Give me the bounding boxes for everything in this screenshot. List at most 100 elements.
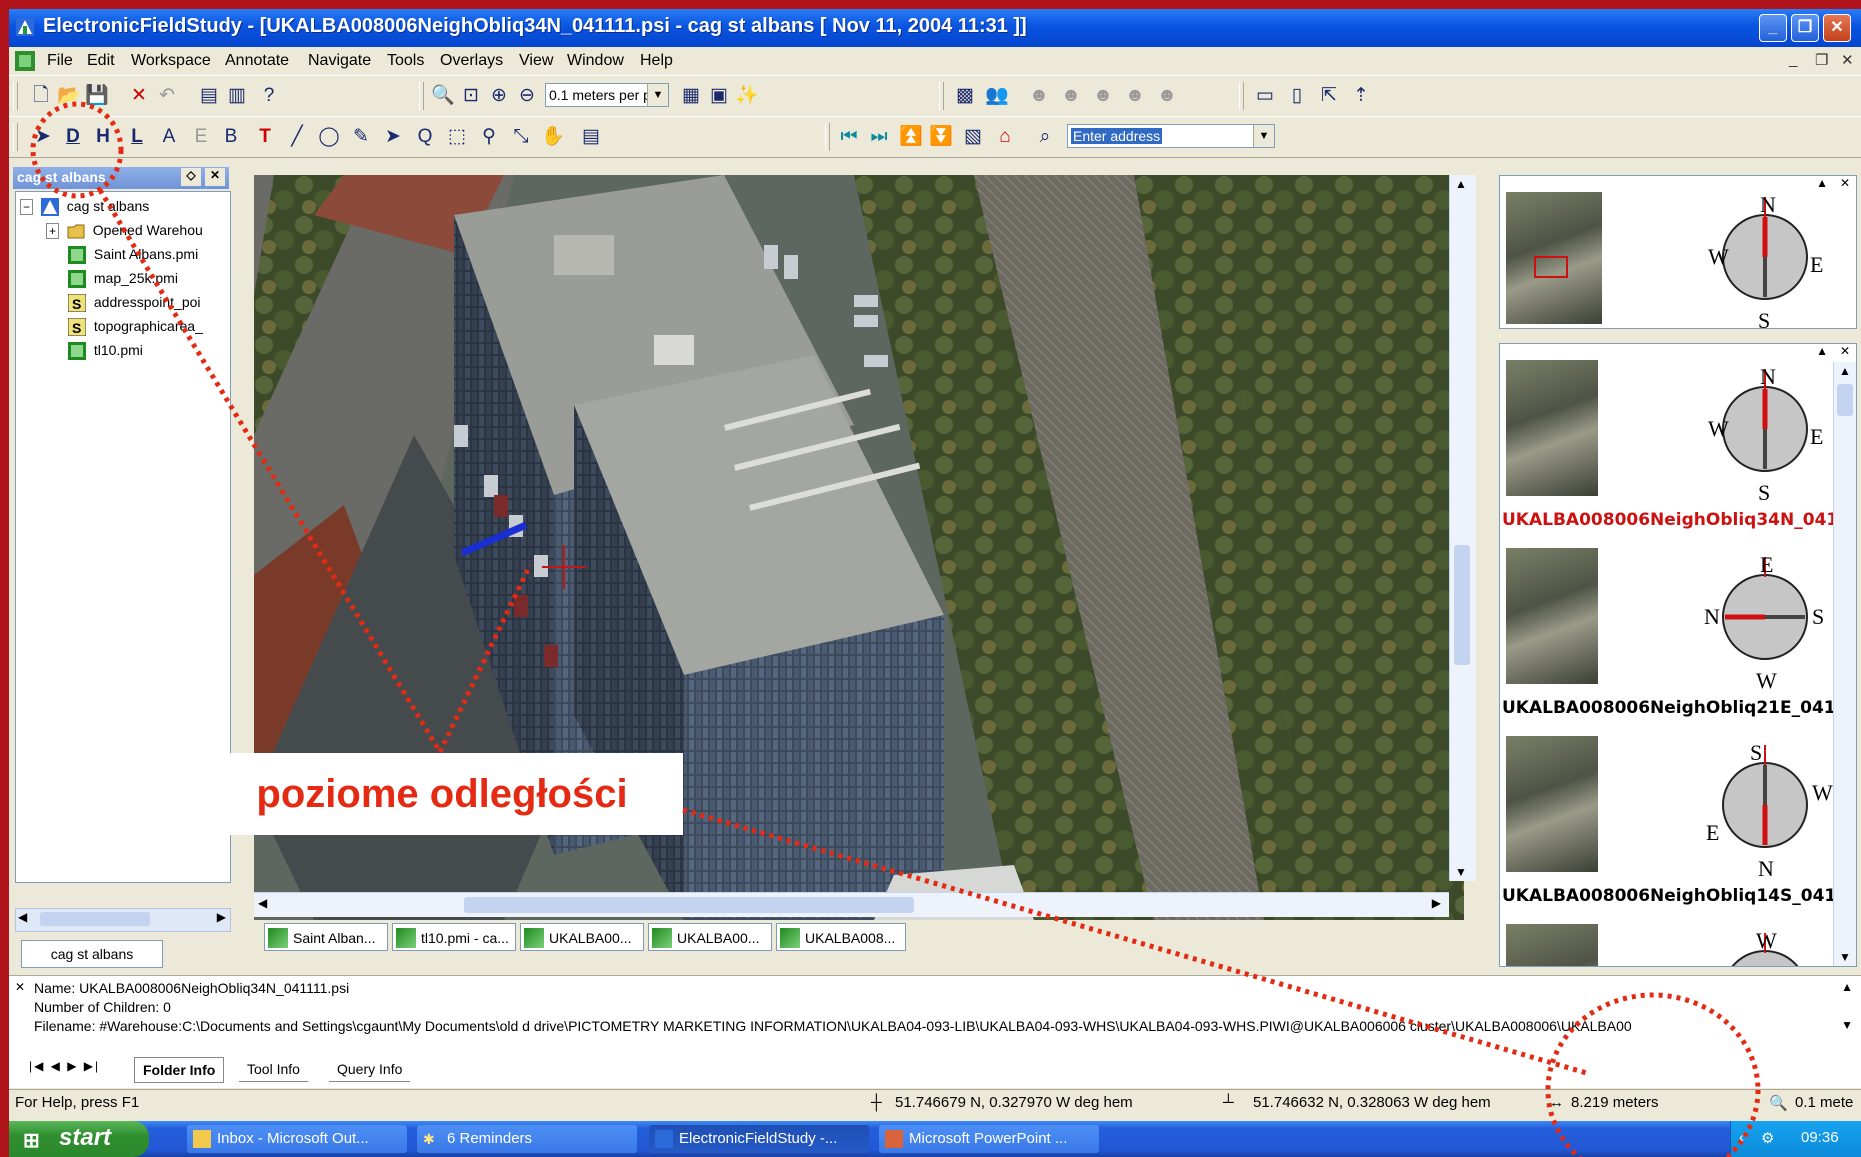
title-bar[interactable]: ElectronicFieldStudy - [UKALBA008006Neig… (9, 9, 1861, 47)
close-icon[interactable]: ✕ (15, 980, 25, 994)
tab-saint-albans[interactable]: Saint Alban... (264, 923, 388, 951)
menu-overlays[interactable]: Overlays (440, 52, 503, 70)
person-walk-icon[interactable]: ☻ (1059, 84, 1083, 108)
toolbar-grip[interactable] (13, 82, 18, 110)
zoom-in-icon[interactable]: ⊕ (487, 84, 511, 108)
scroll-thumb[interactable] (1837, 384, 1853, 416)
route-tool-icon[interactable]: ⚲ (477, 125, 501, 149)
sparkle-icon[interactable]: ✨ (735, 84, 759, 108)
save-icon[interactable]: 💾 (85, 84, 109, 108)
menu-edit[interactable]: Edit (87, 52, 115, 70)
panel-icon[interactable]: ▯ (1285, 84, 1309, 108)
line-tool-icon[interactable]: ╱ (285, 125, 309, 149)
scroll-thumb[interactable] (1454, 545, 1470, 665)
network-icon[interactable]: ⚙ (1761, 1129, 1774, 1147)
menu-annotate[interactable]: Annotate (225, 52, 289, 70)
help-icon[interactable]: ? (257, 84, 281, 108)
next-image-icon[interactable]: ⏭ (867, 125, 891, 149)
print-icon[interactable]: ▤ (197, 84, 221, 108)
pan-hand-icon[interactable]: ✋ (541, 125, 565, 149)
tab-tool-info[interactable]: Tool Info (239, 1057, 308, 1082)
tab-tl10[interactable]: tl10.pmi - ca... (392, 923, 516, 951)
photo-icon[interactable]: ▧ (961, 125, 985, 149)
report-icon[interactable]: ▤ (579, 125, 603, 149)
query-tool-icon[interactable]: Q (413, 125, 437, 149)
overview-thumbnail[interactable] (1506, 192, 1602, 324)
image-thumbnail[interactable] (1506, 736, 1598, 872)
print-preview-icon[interactable]: ▥ (225, 84, 249, 108)
bearing-tool-icon[interactable]: B (219, 125, 243, 149)
image-thumbnail[interactable] (1506, 924, 1598, 966)
menu-help[interactable]: Help (640, 52, 673, 70)
people-icon[interactable]: 👥 (985, 84, 1009, 108)
menu-file[interactable]: File (47, 52, 73, 70)
zoom-icon[interactable]: 🔍 (431, 84, 455, 108)
collapse-icon[interactable]: − (20, 199, 34, 215)
tree-item[interactable]: S addresspoint_poi (68, 294, 201, 313)
scroll-right-icon[interactable]: ▶ (1432, 896, 1441, 910)
tree-item[interactable]: map_25k.pmi (68, 270, 178, 289)
person-add-icon[interactable]: ☻ (1091, 84, 1115, 108)
pin-icon[interactable]: ◇ (181, 168, 201, 186)
address-search-icon[interactable]: ⌕ (1033, 125, 1057, 149)
mdi-restore-button[interactable]: ❐ (1815, 51, 1828, 69)
menu-tools[interactable]: Tools (387, 52, 424, 70)
tab-ukalba-active[interactable]: UKALBA008... (776, 923, 906, 951)
maximize-button[interactable]: ❐ (1791, 14, 1819, 42)
close-button[interactable]: ✕ (1823, 14, 1851, 42)
circle-tool-icon[interactable]: ◯ (317, 125, 341, 149)
close-icon[interactable]: ✕ (205, 168, 225, 186)
tray-arrow-icon[interactable]: ‹ (1739, 1129, 1744, 1146)
tree-item[interactable]: tl10.pmi (68, 342, 143, 361)
toolbar-grip[interactable] (419, 82, 424, 110)
task-outlook[interactable]: Inbox - Microsoft Out... (187, 1125, 407, 1153)
person-remove-icon[interactable]: ☻ (1123, 84, 1147, 108)
new-icon[interactable]: 🗋 (29, 84, 53, 108)
image-list-item[interactable]: E N S W UKALBA008006NeighObliq21E_041 (1500, 548, 1836, 718)
address-input[interactable]: Enter address ▼ (1067, 124, 1275, 148)
minimize-button[interactable]: _ (1759, 14, 1787, 42)
image-list-item[interactable]: W (1500, 924, 1830, 966)
up-image-icon[interactable]: ⏫ (899, 125, 923, 149)
toolbar-grip[interactable] (825, 123, 830, 151)
close-icon[interactable]: ✕ (1840, 344, 1850, 358)
person-find-icon[interactable]: ☻ (1155, 84, 1179, 108)
window-icon[interactable]: ▭ (1253, 84, 1277, 108)
image-list-item[interactable]: S E W N UKALBA008006NeighObliq14S_041 (1500, 736, 1836, 906)
tab-ukalba-1[interactable]: UKALBA00... (520, 923, 644, 951)
tree-horizontal-scrollbar[interactable]: ◀ ▶ (15, 908, 231, 932)
scroll-left-icon[interactable]: ◀ (258, 896, 267, 910)
height-tool-icon[interactable]: H (91, 125, 115, 149)
image-list-item[interactable]: N W E S UKALBA008006NeighObliq34N_041 (1500, 360, 1838, 530)
workspace-tab[interactable]: cag st albans (21, 940, 163, 968)
chevron-down-icon[interactable]: ▼ (1253, 125, 1274, 147)
house-icon[interactable]: ⌂ (993, 125, 1017, 149)
scroll-up-icon[interactable]: ▲ (1841, 980, 1853, 994)
image-thumbnail[interactable] (1506, 360, 1598, 496)
previous-image-icon[interactable]: ⏮ (837, 125, 861, 149)
undo-icon[interactable]: ↶ (155, 84, 179, 108)
pointer-tool-icon[interactable]: ➤ (381, 125, 405, 149)
distance-tool-icon[interactable]: D (61, 125, 85, 149)
length-tool-icon[interactable]: L (125, 125, 149, 149)
layers-icon[interactable]: ▣ (707, 84, 731, 108)
chevron-down-icon[interactable]: ▼ (647, 84, 668, 106)
person-icon[interactable]: ☻ (1027, 84, 1051, 108)
image-vertical-scrollbar[interactable]: ▲ ▼ (1449, 175, 1476, 881)
elevation-tool-icon[interactable]: E (189, 125, 213, 149)
tree-item[interactable]: − cag st albans (20, 198, 149, 217)
toolbar-grip[interactable] (13, 123, 18, 151)
image-list-scrollbar[interactable]: ▲ ▼ (1833, 362, 1856, 966)
freehand-tool-icon[interactable]: ✎ (349, 125, 373, 149)
task-electronicfieldstudy[interactable]: ElectronicFieldStudy -... (649, 1125, 869, 1153)
image-horizontal-scrollbar[interactable]: ◀ ▶ (254, 892, 1449, 917)
select-arrow-icon[interactable]: ➤ (31, 125, 55, 149)
scroll-thumb[interactable] (464, 897, 914, 913)
north-arrow-icon[interactable]: ⇡ (1349, 84, 1373, 108)
tab-ukalba-2[interactable]: UKALBA00... (648, 923, 772, 951)
start-button[interactable]: ⊞ start (9, 1121, 149, 1157)
toolbar-grip[interactable] (1239, 82, 1244, 110)
mdi-close-button[interactable]: ✕ (1841, 51, 1854, 69)
scroll-thumb[interactable] (40, 912, 150, 926)
tree-item[interactable]: Saint Albans.pmi (68, 246, 198, 265)
